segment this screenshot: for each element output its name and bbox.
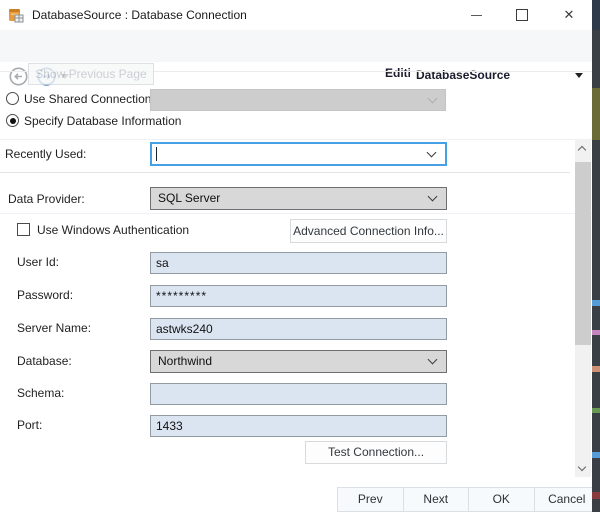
specify-database-radio[interactable] bbox=[6, 114, 19, 127]
maximize-icon bbox=[516, 9, 528, 21]
vertical-scrollbar[interactable] bbox=[575, 140, 591, 477]
scrollbar-up-button[interactable] bbox=[575, 140, 591, 157]
chevron-down-icon bbox=[578, 463, 586, 471]
title-bar: DatabaseSource : Database Connection ✕ bbox=[0, 0, 592, 30]
database-label: Database: bbox=[17, 353, 72, 369]
chevron-down-icon bbox=[428, 192, 438, 202]
text-cursor bbox=[156, 147, 157, 161]
background-window-fragment bbox=[592, 330, 600, 335]
left-arrow-icon bbox=[9, 67, 28, 86]
background-window-fragment bbox=[592, 492, 600, 499]
chevron-up-icon bbox=[578, 146, 586, 154]
use-shared-connection-label: Use Shared Connection bbox=[24, 91, 151, 107]
schema-label: Schema: bbox=[17, 385, 64, 401]
data-provider-label: Data Provider: bbox=[8, 191, 85, 207]
cancel-button[interactable]: Cancel bbox=[534, 487, 600, 512]
schema-input[interactable] bbox=[150, 383, 447, 405]
server-name-input[interactable] bbox=[150, 318, 447, 340]
recently-used-combobox[interactable] bbox=[150, 142, 447, 166]
scrollbar-down-button[interactable] bbox=[575, 460, 591, 477]
show-previous-page-tooltip: Show Previous Page bbox=[28, 63, 154, 85]
next-button[interactable]: Next bbox=[403, 487, 469, 512]
separator bbox=[0, 139, 592, 140]
back-button[interactable] bbox=[9, 67, 28, 86]
port-label: Port: bbox=[17, 417, 42, 433]
minimize-button[interactable] bbox=[459, 0, 493, 30]
password-input[interactable] bbox=[150, 285, 447, 307]
port-input[interactable] bbox=[150, 415, 447, 437]
chevron-down-icon bbox=[428, 94, 438, 104]
database-dropdown[interactable]: Northwind bbox=[150, 350, 447, 373]
database-value: Northwind bbox=[158, 351, 212, 372]
windows-auth-checkbox[interactable] bbox=[17, 223, 30, 236]
user-id-label: User Id: bbox=[17, 254, 59, 270]
close-icon: ✕ bbox=[552, 0, 586, 30]
shared-connection-dropdown bbox=[150, 89, 446, 111]
data-provider-value: SQL Server bbox=[158, 188, 220, 209]
database-icon bbox=[8, 7, 24, 23]
minimize-icon bbox=[471, 15, 482, 16]
background-window-fragment bbox=[592, 300, 600, 306]
background-window-fragment bbox=[592, 88, 600, 140]
close-button[interactable]: ✕ bbox=[552, 0, 586, 30]
prev-button[interactable]: Prev bbox=[337, 487, 403, 512]
background-window-fragment bbox=[592, 366, 600, 372]
specify-database-label: Specify Database Information bbox=[24, 113, 181, 129]
chevron-down-icon bbox=[575, 73, 583, 78]
background-window-edge bbox=[592, 0, 600, 512]
radio-selected-dot bbox=[10, 118, 16, 124]
database-connection-dialog: DatabaseSource : Database Connection ✕ E… bbox=[0, 0, 600, 512]
background-window-fragment bbox=[592, 0, 600, 30]
editing-dropdown[interactable]: DatabaseSource bbox=[410, 63, 592, 88]
test-connection-button[interactable]: Test Connection... bbox=[305, 441, 447, 464]
server-name-label: Server Name: bbox=[17, 320, 91, 336]
maximize-button[interactable] bbox=[505, 0, 539, 30]
password-label: Password: bbox=[17, 287, 73, 303]
editing-dropdown-value: DatabaseSource bbox=[416, 63, 510, 88]
scrollbar-thumb[interactable] bbox=[575, 162, 591, 345]
windows-auth-label: Use Windows Authentication bbox=[37, 222, 189, 238]
footer-button-bar: Prev Next OK Cancel bbox=[337, 487, 600, 512]
separator bbox=[0, 213, 592, 214]
ok-button[interactable]: OK bbox=[468, 487, 534, 512]
chevron-down-icon bbox=[427, 148, 437, 158]
separator bbox=[0, 172, 570, 173]
user-id-input[interactable] bbox=[150, 252, 447, 274]
data-provider-dropdown[interactable]: SQL Server bbox=[150, 187, 447, 210]
use-shared-connection-radio[interactable] bbox=[6, 92, 19, 105]
navigation-toolbar: Editing: DatabaseSource bbox=[0, 30, 592, 62]
background-window-fragment bbox=[592, 452, 600, 458]
window-title: DatabaseSource : Database Connection bbox=[32, 0, 247, 30]
advanced-connection-info-button[interactable]: Advanced Connection Info... bbox=[290, 219, 447, 243]
chevron-down-icon bbox=[428, 355, 438, 365]
background-window-fragment bbox=[592, 408, 600, 413]
recently-used-label: Recently Used: bbox=[5, 146, 86, 162]
